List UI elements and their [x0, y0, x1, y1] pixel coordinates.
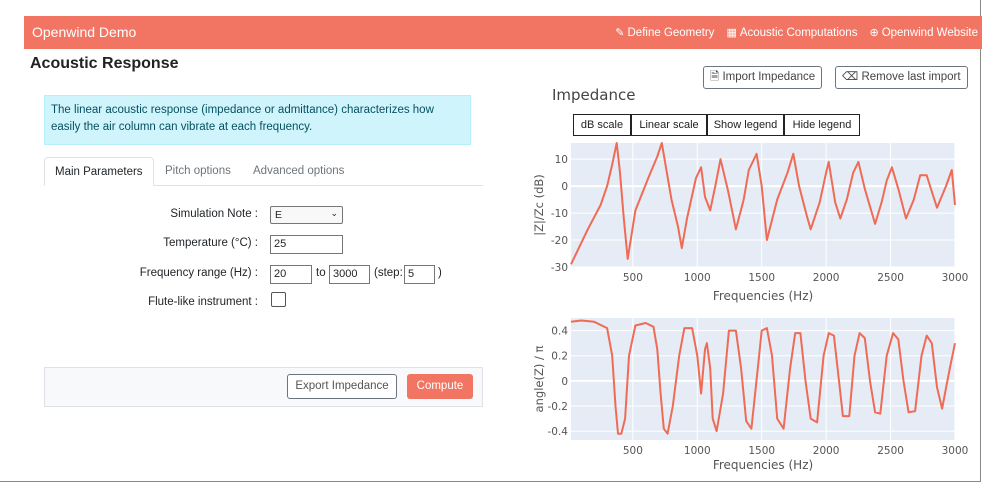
tab-advanced-options[interactable]: Advanced options: [243, 157, 354, 185]
top-navbar: Openwind Demo ✎ Define Geometry ▦ Acoust…: [24, 16, 982, 49]
step-label: (step:: [374, 267, 403, 279]
compute-button[interactable]: Compute: [407, 374, 473, 399]
navbar-links: ✎ Define Geometry ▦ Acoustic Computation…: [615, 26, 978, 40]
import-impedance-button[interactable]: 🗎 Import Impedance: [703, 66, 823, 89]
step-input[interactable]: 5: [404, 265, 435, 284]
temperature-input[interactable]: 25: [270, 235, 343, 254]
navbar-brand[interactable]: Openwind Demo: [32, 24, 136, 40]
simulation-note-select[interactable]: E ⌄: [270, 206, 343, 224]
nav-link-label: Define Geometry: [627, 26, 715, 39]
options-tabs: Main Parameters Pitch options Advanced o…: [44, 157, 483, 186]
tab-pitch-options[interactable]: Pitch options: [155, 157, 241, 185]
tab-main-parameters[interactable]: Main Parameters: [44, 157, 154, 186]
hide-legend-button[interactable]: Hide legend: [784, 114, 860, 136]
export-impedance-button[interactable]: Export Impedance: [287, 374, 397, 399]
compass-icon: ✎: [615, 27, 625, 39]
frequency-max-input[interactable]: 3000: [329, 265, 370, 284]
nav-link-openwind-website[interactable]: ⊕ Openwind Website: [869, 26, 978, 40]
select-value: E: [275, 209, 283, 221]
calculator-icon: ▦: [726, 27, 737, 39]
show-legend-button[interactable]: Show legend: [707, 114, 784, 136]
nav-link-label: Acoustic Computations: [739, 26, 858, 39]
form-footer: Export Impedance Compute: [44, 367, 483, 407]
step-close: ): [438, 267, 442, 279]
page-title: Acoustic Response: [30, 55, 179, 72]
frequency-min-input[interactable]: 20: [270, 265, 312, 284]
simulation-note-label: Simulation Note :: [170, 208, 258, 220]
eraser-icon: ⌫: [842, 71, 859, 83]
linear-scale-button[interactable]: Linear scale: [631, 114, 707, 136]
flute-like-checkbox[interactable]: [271, 292, 286, 307]
chevron-down-icon: ⌄: [330, 208, 338, 218]
frequency-to-label: to: [316, 267, 326, 279]
frequency-range-label: Frequency range (Hz) :: [139, 267, 258, 279]
nav-link-label: Openwind Website: [881, 26, 978, 39]
info-alert: The linear acoustic response (impedance …: [44, 95, 471, 145]
impedance-title: Impedance: [552, 86, 636, 104]
globe-icon: ⊕: [869, 27, 879, 39]
remove-label: Remove last import: [861, 71, 961, 83]
nav-link-define-geometry[interactable]: ✎ Define Geometry: [615, 26, 715, 40]
import-file-icon: 🗎: [710, 71, 720, 83]
remove-last-import-button[interactable]: ⌫ Remove last import: [835, 66, 968, 89]
temperature-label: Temperature (°C) :: [163, 237, 258, 249]
db-scale-button[interactable]: dB scale: [573, 114, 631, 136]
nav-link-acoustic-computations[interactable]: ▦ Acoustic Computations: [726, 26, 858, 40]
import-label: Import Impedance: [722, 71, 816, 83]
flute-like-label: Flute-like instrument :: [148, 296, 258, 308]
